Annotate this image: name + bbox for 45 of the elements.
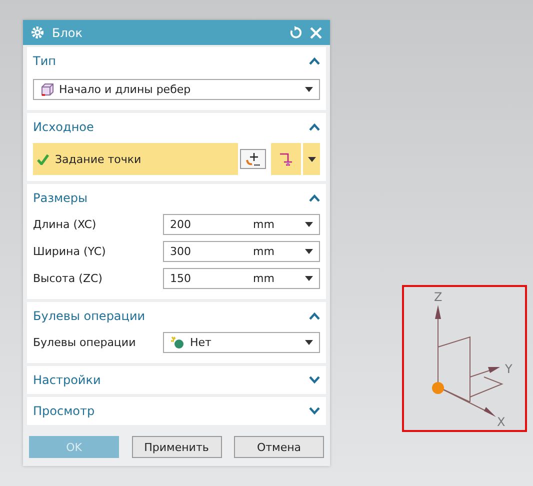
close-icon[interactable] bbox=[310, 26, 322, 38]
caret-icon bbox=[305, 249, 313, 254]
field-label: Булевы операции bbox=[33, 336, 137, 349]
boolean-dropdown[interactable]: Нет bbox=[163, 332, 320, 353]
type-dropdown[interactable]: Начало и длины ребер bbox=[33, 79, 320, 100]
caret-icon bbox=[305, 340, 313, 345]
dialog-button[interactable]: Отмена bbox=[234, 436, 324, 458]
caret-icon bbox=[305, 222, 313, 227]
dropdown-button[interactable] bbox=[303, 143, 320, 175]
section-title[interactable]: Исходное bbox=[33, 120, 94, 134]
expand-icon[interactable] bbox=[309, 376, 320, 384]
point-dialog-button[interactable] bbox=[240, 149, 266, 169]
expand-icon[interactable] bbox=[309, 407, 320, 415]
section-title[interactable]: Размеры bbox=[33, 191, 88, 205]
section-title[interactable]: Булевы операции bbox=[33, 309, 146, 323]
field-label: Высота (ZC) bbox=[33, 272, 104, 285]
point-plus-icon bbox=[245, 151, 261, 167]
collapse-icon[interactable] bbox=[309, 57, 320, 65]
axis-label: X bbox=[497, 415, 506, 429]
dialog-button[interactable]: Применить bbox=[132, 436, 222, 458]
window-title: Блок bbox=[52, 26, 82, 40]
axis-label: Y bbox=[505, 362, 512, 376]
point-type-icon bbox=[279, 151, 293, 167]
caret-icon bbox=[305, 276, 313, 281]
field-label: Ширина (YC) bbox=[33, 245, 107, 258]
field-label: Длина (XC) bbox=[33, 218, 98, 231]
checkmark-icon bbox=[37, 154, 49, 164]
gear-icon bbox=[31, 26, 44, 39]
axis-label: Z bbox=[434, 290, 442, 304]
collapse-icon[interactable] bbox=[309, 312, 320, 320]
collapse-icon[interactable] bbox=[309, 123, 320, 131]
collapse-icon[interactable] bbox=[309, 194, 320, 202]
point-type-button[interactable] bbox=[271, 143, 301, 175]
caret-icon bbox=[305, 87, 313, 92]
reset-icon[interactable] bbox=[289, 26, 302, 39]
dimension-field[interactable]: 200 mm bbox=[163, 214, 320, 235]
dimension-field[interactable]: 300 mm bbox=[163, 241, 320, 262]
point-selector[interactable]: Задание точки bbox=[33, 143, 238, 175]
section-title[interactable]: Настройки bbox=[33, 373, 101, 387]
caret-icon bbox=[308, 156, 316, 162]
block-icon bbox=[40, 82, 54, 96]
section-title[interactable]: Тип bbox=[33, 54, 56, 68]
dimension-field[interactable]: 150 mm bbox=[163, 268, 320, 289]
ball-icon bbox=[170, 336, 185, 349]
section-title[interactable]: Просмотр bbox=[33, 404, 95, 418]
